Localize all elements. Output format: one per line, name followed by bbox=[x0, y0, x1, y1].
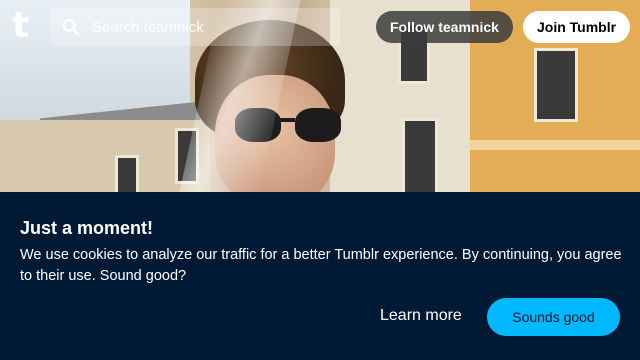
search-input[interactable] bbox=[90, 17, 324, 37]
search-icon bbox=[62, 18, 80, 36]
sounds-good-button[interactable]: Sounds good bbox=[487, 298, 620, 336]
learn-more-link[interactable]: Learn more bbox=[380, 307, 462, 325]
join-button[interactable]: Join Tumblr bbox=[523, 11, 631, 43]
follow-button[interactable]: Follow teamnick bbox=[376, 11, 513, 43]
cookie-banner-title: Just a moment! bbox=[20, 218, 154, 238]
tumblr-logo-icon[interactable]: t bbox=[12, 8, 40, 44]
search-bar[interactable] bbox=[50, 8, 340, 46]
cookie-banner: Just a moment! We use cookies to analyze… bbox=[0, 192, 640, 360]
cookie-banner-message: We use cookies to analyze our traffic fo… bbox=[20, 247, 622, 284]
